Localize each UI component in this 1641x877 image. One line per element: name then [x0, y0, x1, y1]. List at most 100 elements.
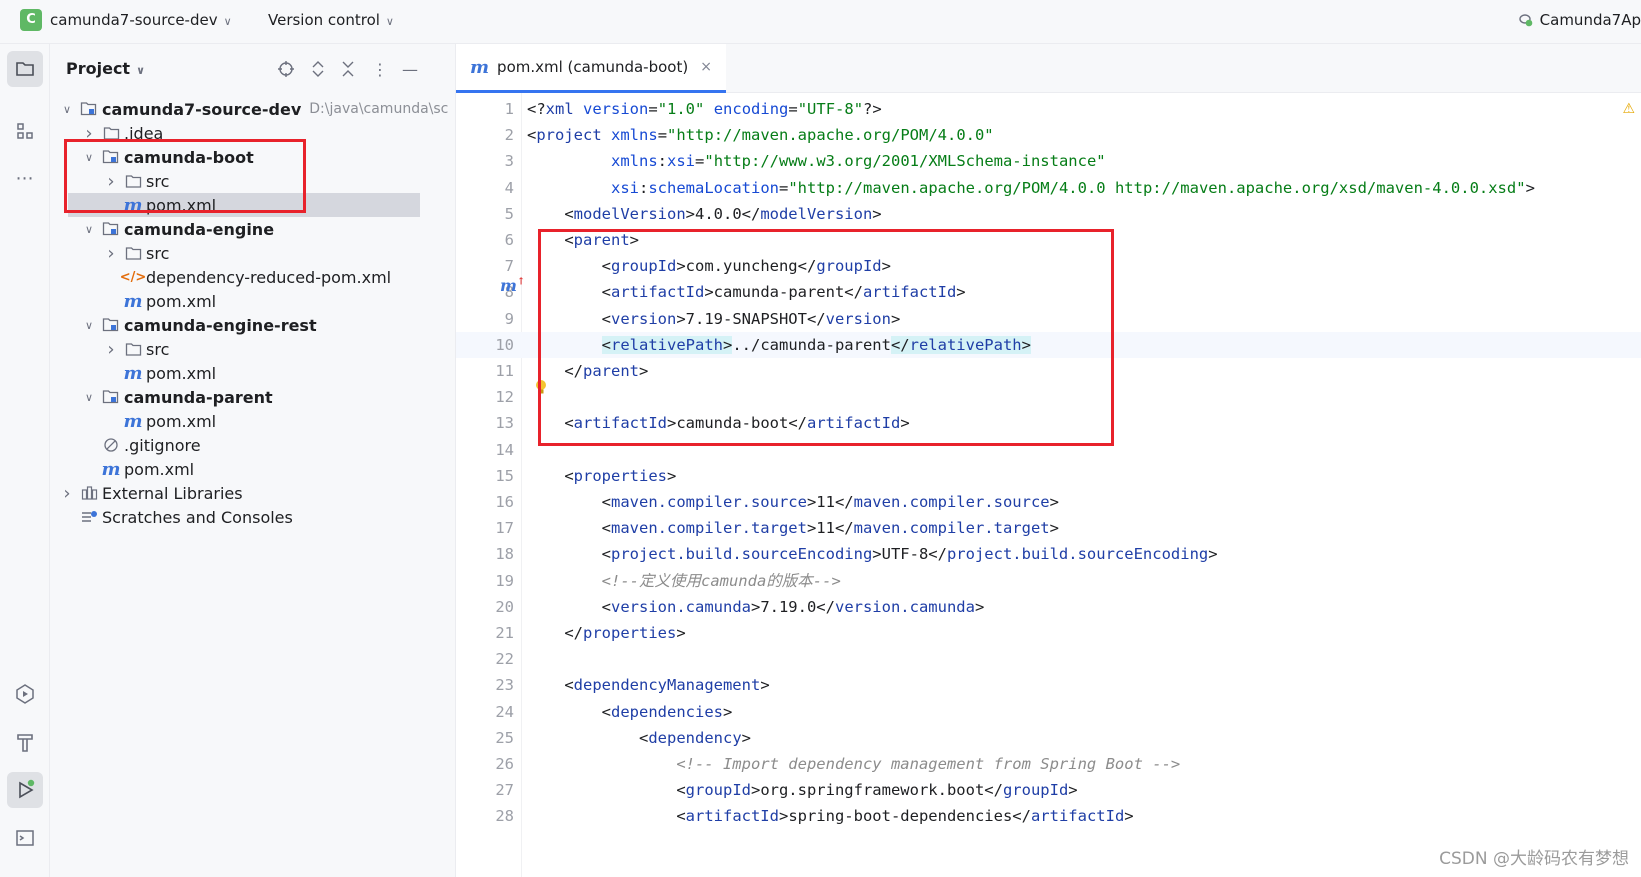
close-icon[interactable]: ×: [700, 59, 712, 75]
chevron-right-icon[interactable]: ›: [104, 339, 118, 360]
tree-item[interactable]: ∨ camunda-parent: [50, 385, 455, 409]
code-line[interactable]: 1 <?xml version="1.0" encoding="UTF-8"?>: [456, 96, 1641, 122]
code-line[interactable]: 23 <dependencyManagement>: [456, 672, 1641, 698]
code-line[interactable]: 14: [456, 437, 1641, 463]
code-line[interactable]: 2 <project xmlns="http://maven.apache.org…: [456, 122, 1641, 148]
code-line[interactable]: 6 <parent>: [456, 227, 1641, 253]
tree-item[interactable]: ∨ camunda-engine: [50, 217, 455, 241]
line-number: 27: [495, 781, 514, 800]
project-badge[interactable]: C: [20, 9, 42, 31]
module-folder-icon: [102, 220, 120, 238]
editor-tab-pom[interactable]: m pom.xml (camunda-boot) ×: [456, 44, 726, 93]
code-line[interactable]: 10 <relativePath>../camunda-parent</rela…: [456, 331, 1641, 358]
version-control-menu[interactable]: Version control ∨: [268, 11, 394, 29]
folder-icon: [16, 62, 34, 76]
tree-item[interactable]: › External Libraries: [50, 481, 455, 505]
code-line[interactable]: 24 <dependencies>: [456, 699, 1641, 725]
maven-icon: m: [123, 194, 143, 216]
tree-item[interactable]: m pom.xml: [50, 409, 455, 433]
structure-tool-button[interactable]: [7, 113, 43, 149]
chevron-right-icon[interactable]: ›: [60, 483, 74, 504]
run-configuration-selector[interactable]: Camunda7Ap: [1516, 11, 1641, 29]
collapse-all-icon[interactable]: [338, 59, 358, 79]
code-line[interactable]: 18 <project.build.sourceEncoding>UTF-8</…: [456, 541, 1641, 567]
code-line[interactable]: 12: [456, 384, 1641, 410]
project-view-selector[interactable]: Project ∨: [66, 59, 145, 78]
code-line[interactable]: 9 <version>7.19-SNAPSHOT</version>: [456, 306, 1641, 332]
tree-item[interactable]: ∨ camunda7-source-dev D:\java\camunda\sc: [50, 97, 455, 121]
maven-icon: m: [101, 458, 121, 480]
tree-item-label: .idea: [124, 123, 164, 143]
tree-item[interactable]: ∨ camunda-boot: [50, 145, 455, 169]
xml-icon: </>: [119, 269, 147, 285]
code-line[interactable]: 25 <dependency>: [456, 725, 1641, 751]
chevron-right-icon[interactable]: ›: [104, 171, 118, 192]
tree-item[interactable]: › src: [50, 241, 455, 265]
code-text: <project.build.sourceEncoding>UTF-8</pro…: [601, 545, 1218, 564]
code-line[interactable]: 20 <version.camunda>7.19.0</version.camu…: [456, 594, 1641, 620]
line-number: 20: [495, 597, 514, 616]
tree-item[interactable]: m pom.xml: [50, 289, 455, 313]
tree-item[interactable]: Scratches and Consoles: [50, 505, 455, 529]
code-text: <groupId>org.springframework.boot</group…: [676, 781, 1078, 800]
chevron-down-icon[interactable]: ∨: [82, 223, 96, 236]
code-line[interactable]: 11 </parent>: [456, 358, 1641, 384]
module-folder-icon: [102, 388, 120, 406]
tree-item[interactable]: m pom.xml: [50, 457, 455, 481]
code-line[interactable]: 3 xmlns:xsi="http://www.w3.org/2001/XMLS…: [456, 148, 1641, 174]
tree-item[interactable]: </> dependency-reduced-pom.xml: [50, 265, 455, 289]
terminal-tool-button[interactable]: [7, 820, 43, 856]
line-number: 2: [504, 126, 514, 145]
code-line[interactable]: 27 <groupId>org.springframework.boot</gr…: [456, 777, 1641, 803]
code-line[interactable]: 22: [456, 646, 1641, 672]
project-tool-button[interactable]: [7, 51, 43, 87]
tree-item[interactable]: › .idea: [50, 121, 455, 145]
code-line[interactable]: 21 </properties>: [456, 620, 1641, 646]
expand-all-icon[interactable]: [308, 59, 328, 79]
more-tools-icon[interactable]: ⋯: [7, 160, 43, 196]
code-line[interactable]: 8 <artifactId>camunda-parent</artifactId…: [456, 279, 1641, 305]
tree-item[interactable]: ∨ camunda-engine-rest: [50, 313, 455, 337]
code-line[interactable]: 13 <artifactId>camunda-boot</artifactId>: [456, 410, 1641, 436]
tree-item-label: camunda-boot: [124, 147, 254, 167]
tree-item[interactable]: m pom.xml: [50, 361, 455, 385]
line-number: 17: [495, 519, 514, 538]
code-line[interactable]: 4 xsi:schemaLocation="http://maven.apach…: [456, 175, 1641, 201]
locate-icon[interactable]: [276, 59, 296, 79]
build-tool-button[interactable]: [7, 724, 43, 760]
services-tool-button[interactable]: [7, 676, 43, 712]
line-number: 14: [495, 440, 514, 459]
chevron-right-icon[interactable]: ›: [104, 243, 118, 264]
tree-item[interactable]: › src: [50, 337, 455, 361]
tree-item[interactable]: .gitignore: [50, 433, 455, 457]
tree-item-label: dependency-reduced-pom.xml: [146, 267, 392, 287]
chevron-down-icon[interactable]: ∨: [60, 103, 74, 116]
code-line[interactable]: 17 <maven.compiler.target>11</maven.comp…: [456, 515, 1641, 541]
run-tool-button[interactable]: [7, 772, 43, 808]
project-switcher[interactable]: camunda7-source-dev ∨: [50, 11, 232, 29]
chevron-down-icon[interactable]: ∨: [82, 319, 96, 332]
code-line[interactable]: 5 <modelVersion>4.0.0</modelVersion>: [456, 201, 1641, 227]
code-line[interactable]: 28 <artifactId>spring-boot-dependencies<…: [456, 803, 1641, 829]
options-icon[interactable]: ⋮: [370, 59, 390, 79]
line-number: 19: [495, 571, 514, 590]
code-line[interactable]: 16 <maven.compiler.source>11</maven.comp…: [456, 489, 1641, 515]
navigate-to-parent-icon[interactable]: m↑: [500, 276, 525, 295]
module-folder-icon: [102, 148, 120, 166]
tree-item[interactable]: › src: [50, 169, 455, 193]
code-line[interactable]: 7 <groupId>com.yuncheng</groupId>: [456, 253, 1641, 279]
hide-panel-icon[interactable]: —: [400, 59, 420, 79]
run-icon: [19, 779, 35, 799]
lightbulb-icon[interactable]: [534, 379, 548, 395]
code-text: <artifactId>camunda-boot</artifactId>: [564, 414, 910, 433]
code-line[interactable]: 19 <!--定义使用camunda的版本-->: [456, 568, 1641, 594]
tree-item[interactable]: m pom.xml: [68, 193, 420, 217]
chevron-right-icon[interactable]: ›: [82, 123, 96, 144]
editor-tab-bar: m pom.xml (camunda-boot) ×: [456, 44, 1641, 93]
code-line[interactable]: 26 <!-- Import dependency management fro…: [456, 751, 1641, 777]
project-panel-header: Project ∨ ⋮ —: [50, 44, 455, 94]
code-line[interactable]: 15 <properties>: [456, 463, 1641, 489]
tree-item-label: pom.xml: [124, 459, 195, 479]
chevron-down-icon[interactable]: ∨: [82, 391, 96, 404]
chevron-down-icon[interactable]: ∨: [82, 151, 96, 164]
